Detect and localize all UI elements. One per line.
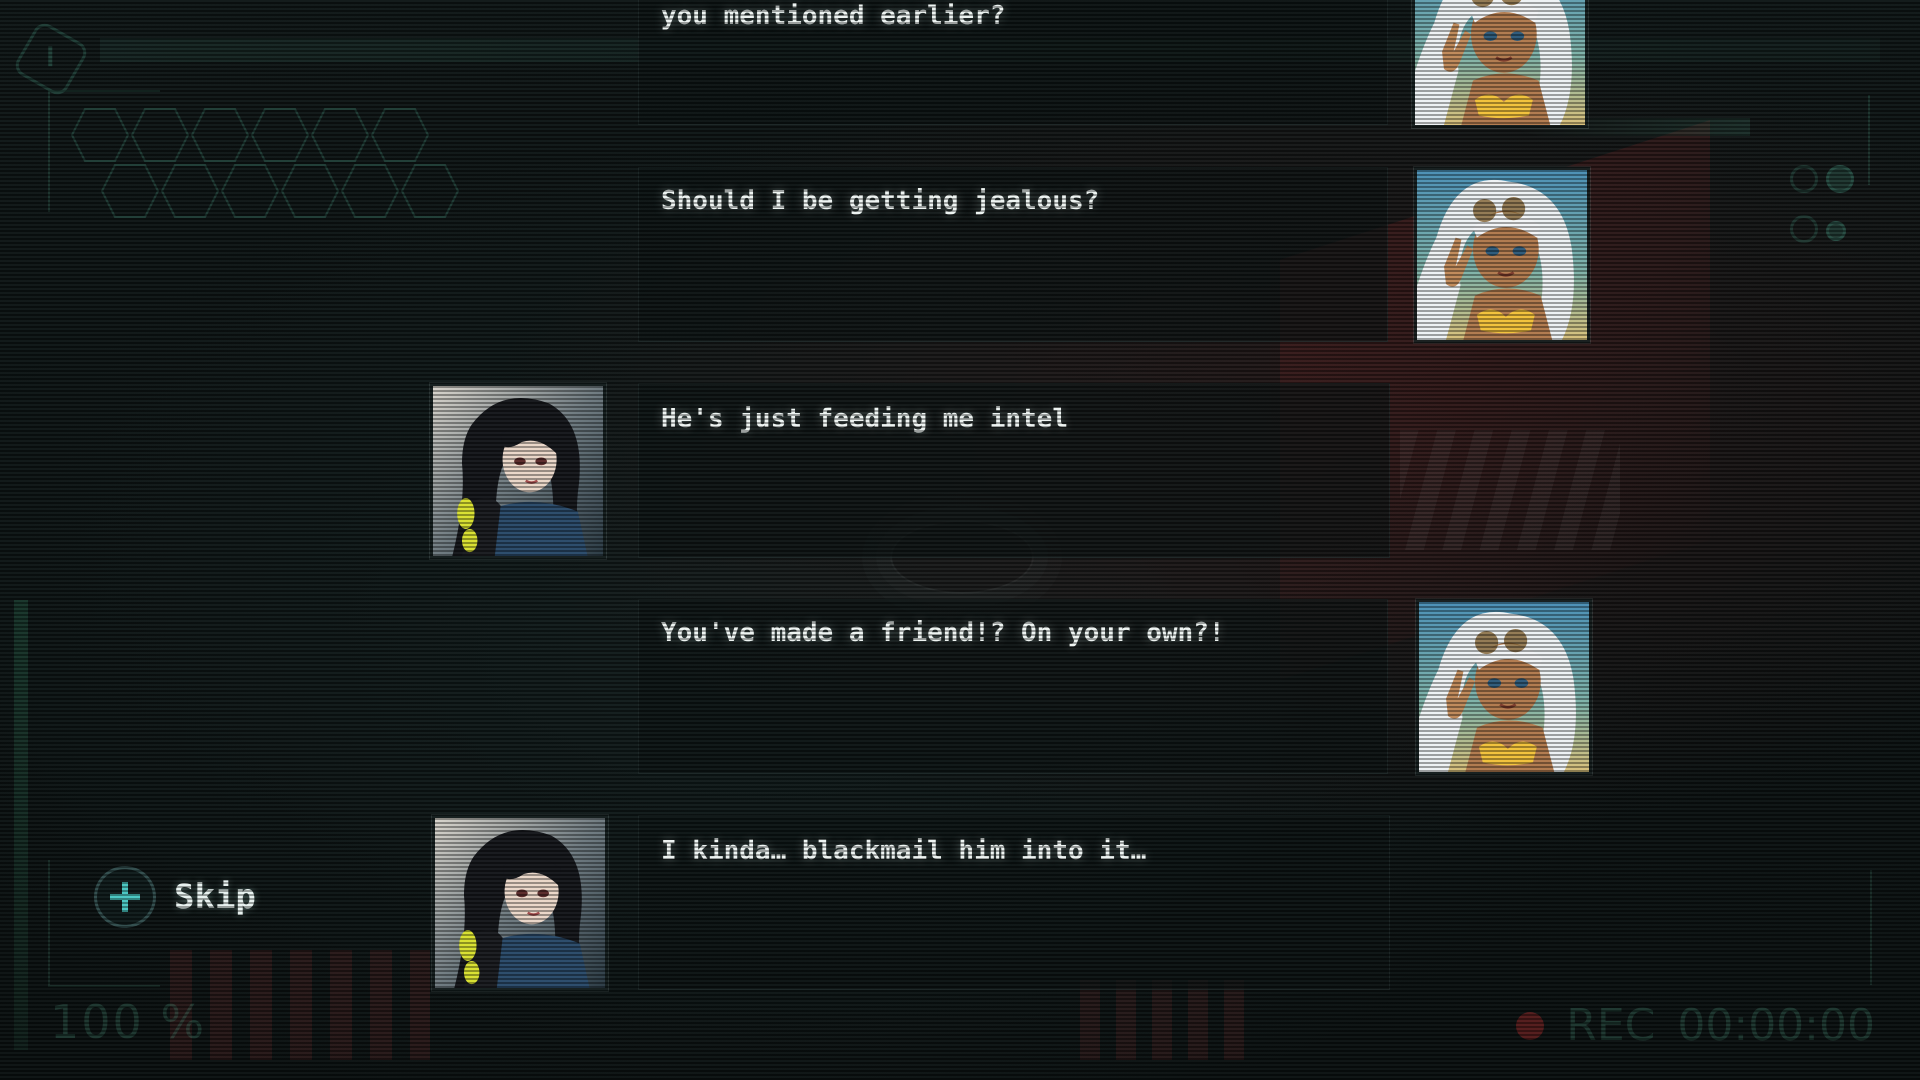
skip-button[interactable]: Skip <box>94 866 256 928</box>
dialogue-bubble: you mentioned earlier? <box>638 0 1388 125</box>
dialogue-text: you mentioned earlier? <box>661 1 1006 31</box>
dialogue-text: Should I be getting jealous? <box>661 186 1100 216</box>
white-haired-woman-avatar <box>1416 599 1592 775</box>
dark-haired-woman-avatar <box>432 815 608 991</box>
dialogue-bubble: I kinda… blackmail him into it… <box>638 815 1390 990</box>
dialogue-log: you mentioned earlier? Should I be getti… <box>0 0 1920 1080</box>
white-haired-woman-avatar <box>1412 0 1588 128</box>
dark-haired-woman-avatar <box>430 383 606 559</box>
game-screen: 100 % REC 00:00:00 you mentioned earlier… <box>0 0 1920 1080</box>
dialogue-text: You've made a friend!? On your own?! <box>661 618 1225 648</box>
dialogue-bubble: You've made a friend!? On your own?! <box>638 599 1388 774</box>
dialogue-text: He's just feeding me intel <box>661 404 1068 434</box>
dialogue-text: I kinda… blackmail him into it… <box>661 836 1147 866</box>
white-haired-woman-avatar <box>1414 167 1590 343</box>
plus-icon <box>94 866 156 928</box>
dialogue-bubble: Should I be getting jealous? <box>638 167 1388 342</box>
skip-label: Skip <box>174 877 256 917</box>
dialogue-bubble: He's just feeding me intel <box>638 383 1390 558</box>
